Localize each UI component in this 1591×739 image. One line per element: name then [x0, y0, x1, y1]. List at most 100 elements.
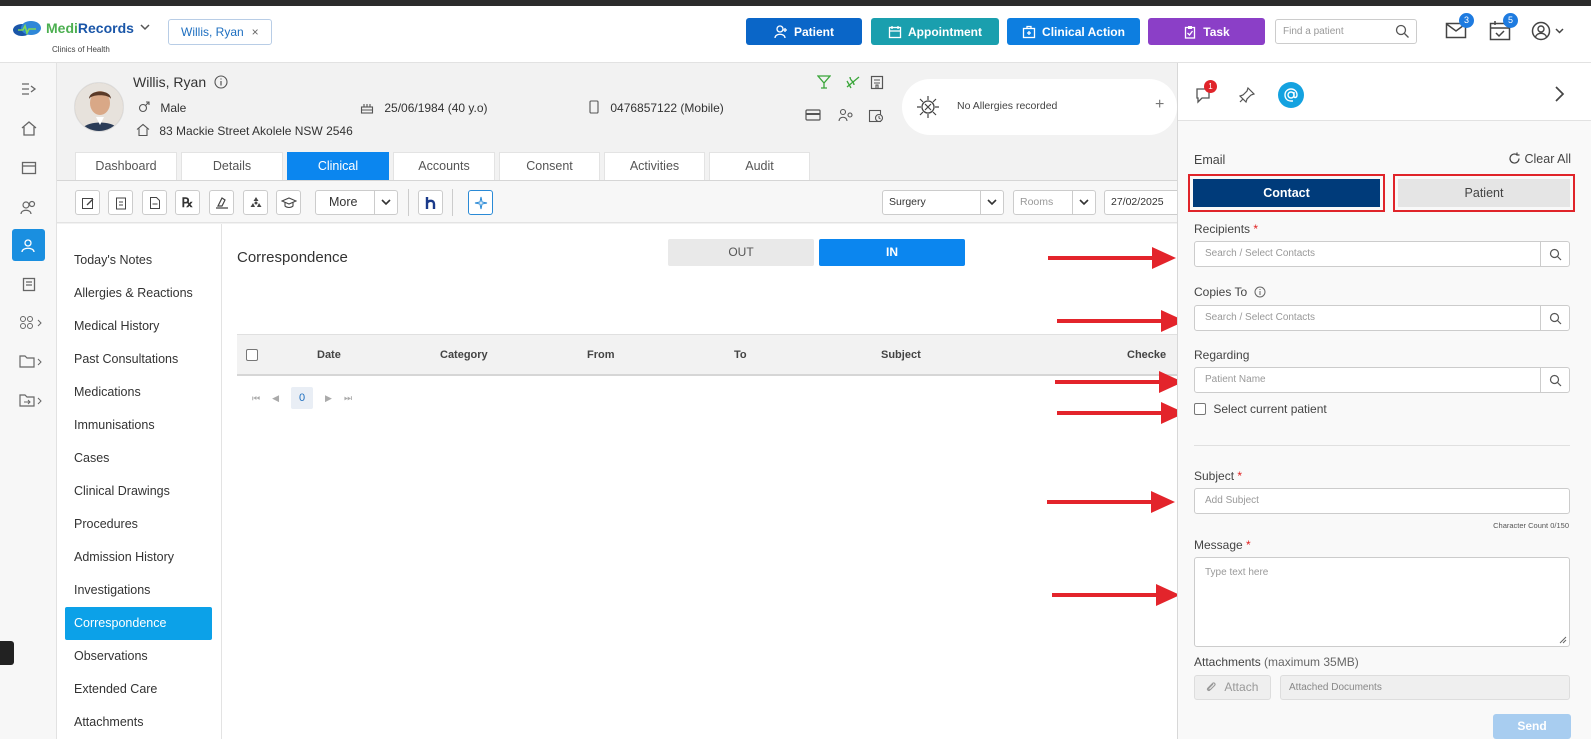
alcohol-icon[interactable] [817, 75, 831, 90]
rooms-select[interactable]: Rooms [1013, 190, 1096, 215]
tasks-calendar-button[interactable]: 5 [1489, 13, 1518, 44]
nav-allergies[interactable]: Allergies & Reactions [65, 277, 212, 310]
first-page-icon[interactable]: ⏮ [252, 393, 260, 404]
nav-clinical-drawings[interactable]: Clinical Drawings [65, 475, 212, 508]
tab-clinical[interactable]: Clinical [287, 152, 389, 180]
nav-procedures[interactable]: Procedures [65, 508, 212, 541]
edit-note-button[interactable] [75, 190, 100, 215]
col-date[interactable]: Date [317, 349, 341, 361]
search-icon[interactable] [1540, 242, 1569, 266]
out-toggle[interactable]: OUT [668, 239, 814, 266]
nav-investigations[interactable]: Investigations [65, 574, 212, 607]
family-icon[interactable] [838, 108, 854, 123]
ai-assist-button[interactable] [468, 190, 493, 215]
attached-documents-field[interactable]: Attached Documents [1280, 675, 1570, 700]
next-page-icon[interactable]: ▶ [325, 393, 332, 404]
col-subject[interactable]: Subject [881, 349, 921, 361]
tab-activities[interactable]: Activities [604, 152, 705, 180]
prescription-icon[interactable]: ℞ [175, 190, 200, 215]
select-current-patient-checkbox[interactable] [1194, 403, 1206, 415]
nav-admission-history[interactable]: Admission History [65, 541, 212, 574]
clinical-action-button[interactable]: Clinical Action [1007, 18, 1140, 45]
mail-button[interactable]: 3 [1445, 13, 1474, 43]
nav-todays-notes[interactable]: Today's Notes [65, 244, 212, 277]
date-field[interactable]: 27/02/2025 [1104, 190, 1184, 215]
select-all-checkbox[interactable] [246, 349, 258, 361]
nav-extended-care[interactable]: Extended Care [65, 673, 212, 706]
allergy-pill[interactable]: No Allergies recorded + [902, 79, 1177, 135]
col-category[interactable]: Category [440, 349, 488, 361]
clear-all-button[interactable]: Clear All [1508, 152, 1571, 166]
side-drawer-handle[interactable] [0, 641, 14, 665]
send-button[interactable]: Send [1493, 714, 1571, 739]
search-icon[interactable] [1540, 306, 1569, 330]
chat-button[interactable]: 1 [1195, 80, 1217, 107]
tab-audit[interactable]: Audit [709, 152, 810, 180]
in-toggle[interactable]: IN [819, 239, 965, 266]
contact-button[interactable]: Contact [1193, 179, 1380, 207]
tab-dashboard[interactable]: Dashboard [75, 152, 177, 180]
current-page[interactable]: 0 [291, 387, 314, 409]
clipboard-button[interactable] [108, 190, 133, 215]
tab-accounts[interactable]: Accounts [393, 152, 495, 180]
select-current-patient-row[interactable]: Select current patient [1194, 402, 1327, 416]
add-allergy-icon[interactable]: + [1155, 96, 1164, 114]
recipients-search-input[interactable]: Search / Select Contacts [1194, 241, 1570, 267]
find-patient-input[interactable]: Find a patient [1275, 19, 1417, 44]
nav-observations[interactable]: Observations [65, 640, 212, 673]
nav-medical-history[interactable]: Medical History [65, 310, 212, 343]
prev-page-icon[interactable]: ◀ [272, 393, 279, 404]
document-button[interactable] [142, 190, 167, 215]
health-link-button[interactable] [418, 190, 443, 215]
nav-attachments[interactable]: Attachments [65, 706, 212, 739]
copies-to-search-input[interactable]: Search / Select Contacts [1194, 305, 1570, 331]
open-patient-tab[interactable]: Willis, Ryan × [168, 19, 272, 45]
card-icon[interactable] [805, 108, 821, 122]
radiology-button[interactable] [243, 190, 268, 215]
pin-button[interactable] [1238, 86, 1256, 106]
search-icon[interactable] [1540, 368, 1569, 392]
patients-nav[interactable] [12, 229, 45, 261]
appointment-button[interactable]: Appointment [871, 18, 999, 45]
more-dropdown[interactable]: More [315, 190, 398, 215]
message-textarea[interactable]: Type text here [1194, 557, 1570, 647]
nav-immunisations[interactable]: Immunisations [65, 409, 212, 442]
last-page-icon[interactable]: ⏭ [344, 393, 352, 404]
col-checked[interactable]: Checke [1127, 349, 1166, 361]
col-to[interactable]: To [734, 349, 747, 361]
tab-consent[interactable]: Consent [499, 152, 600, 180]
calendar-clock-icon[interactable] [868, 108, 884, 123]
smoking-icon[interactable] [845, 75, 861, 90]
education-button[interactable] [276, 190, 301, 215]
email-mode-button[interactable] [1278, 82, 1304, 108]
info-icon[interactable] [1254, 286, 1266, 298]
modules-nav[interactable] [17, 306, 47, 338]
search-icon[interactable] [1395, 24, 1410, 39]
appointments-nav[interactable] [12, 151, 45, 183]
attach-button[interactable]: Attach [1194, 675, 1271, 700]
col-from[interactable]: From [587, 349, 615, 361]
chevron-down-icon[interactable] [140, 23, 150, 34]
patient-button[interactable]: Patient [1398, 179, 1570, 207]
close-icon[interactable]: × [252, 25, 259, 39]
archive-nav[interactable] [17, 384, 47, 416]
user-menu[interactable] [1531, 21, 1565, 44]
resize-handle-icon[interactable] [1559, 636, 1567, 644]
info-icon[interactable] [214, 75, 228, 89]
hospital-icon[interactable] [870, 75, 884, 90]
tab-details[interactable]: Details [181, 152, 283, 180]
contacts-nav[interactable] [12, 191, 45, 223]
close-panel-button[interactable] [1553, 85, 1565, 106]
new-patient-button[interactable]: Patient [746, 18, 862, 45]
subject-input[interactable]: Add Subject [1194, 488, 1570, 514]
pathology-button[interactable] [209, 190, 234, 215]
home-nav[interactable] [12, 112, 45, 144]
location-select[interactable]: Surgery [882, 190, 1004, 215]
nav-medications[interactable]: Medications [65, 376, 212, 409]
nav-past-consultations[interactable]: Past Consultations [65, 343, 212, 376]
task-button[interactable]: Task [1148, 18, 1265, 45]
app-logo[interactable]: MediRecords [12, 20, 150, 36]
regarding-search-input[interactable]: Patient Name [1194, 367, 1570, 393]
documents-nav[interactable] [17, 345, 47, 377]
nav-cases[interactable]: Cases [65, 442, 212, 475]
